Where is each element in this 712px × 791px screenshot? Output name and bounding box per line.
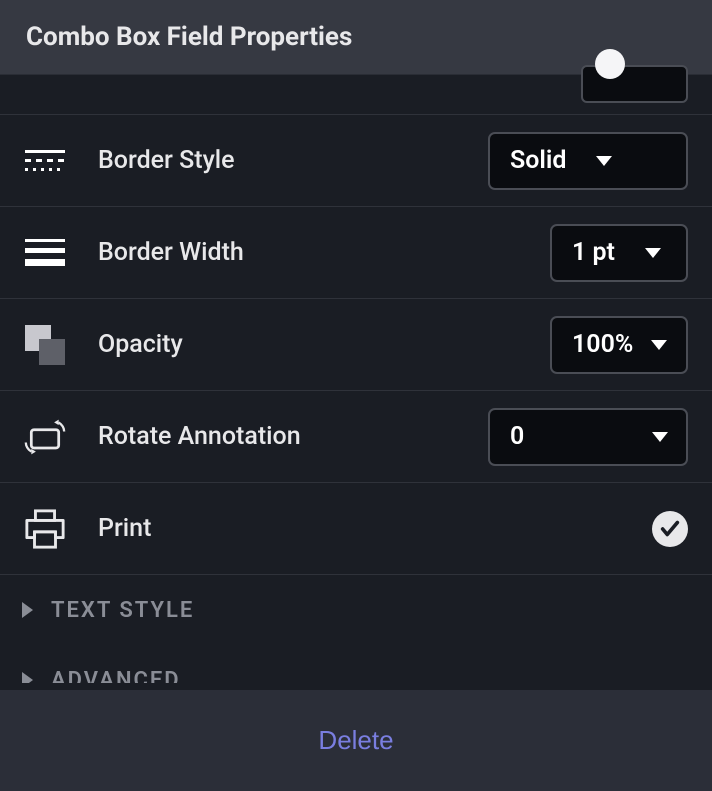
chevron-down-icon bbox=[651, 340, 667, 350]
border-width-row: Border Width 1 pt bbox=[0, 207, 712, 299]
print-label: Print bbox=[98, 514, 652, 543]
opacity-icon bbox=[24, 324, 66, 366]
chevron-down-icon bbox=[645, 248, 661, 258]
printer-icon bbox=[24, 508, 66, 550]
border-style-dropdown[interactable]: Solid bbox=[488, 132, 688, 190]
border-width-icon bbox=[24, 232, 66, 274]
border-style-row: Border Style Solid bbox=[0, 115, 712, 207]
border-style-icon bbox=[24, 140, 66, 182]
opacity-value: 100% bbox=[572, 330, 633, 359]
print-row: Print bbox=[0, 483, 712, 575]
caret-right-icon bbox=[22, 672, 33, 683]
border-width-dropdown[interactable]: 1 pt bbox=[550, 224, 688, 282]
text-style-title: TEXT STYLE bbox=[51, 598, 194, 623]
color-circle-icon bbox=[595, 49, 625, 79]
opacity-row: Opacity 100% bbox=[0, 299, 712, 391]
border-width-value: 1 pt bbox=[572, 238, 615, 267]
color-swatch[interactable] bbox=[581, 65, 688, 103]
rotate-row: Rotate Annotation 0 bbox=[0, 391, 712, 483]
opacity-dropdown[interactable]: 100% bbox=[550, 316, 688, 374]
opacity-label: Opacity bbox=[98, 330, 550, 359]
border-style-value: Solid bbox=[510, 146, 566, 175]
caret-right-icon bbox=[22, 602, 33, 618]
print-toggle[interactable] bbox=[652, 511, 688, 547]
rotate-dropdown[interactable]: 0 bbox=[488, 408, 688, 466]
chevron-down-icon bbox=[596, 156, 612, 166]
cutoff-previous-row bbox=[0, 75, 712, 115]
rotate-value: 0 bbox=[510, 422, 524, 451]
rotate-icon bbox=[24, 416, 66, 458]
panel-title: Combo Box Field Properties bbox=[26, 22, 686, 52]
rotate-label: Rotate Annotation bbox=[98, 422, 488, 451]
advanced-section[interactable]: ADVANCED bbox=[0, 645, 712, 683]
advanced-title: ADVANCED bbox=[51, 668, 181, 684]
text-style-section[interactable]: TEXT STYLE bbox=[0, 575, 712, 645]
border-width-label: Border Width bbox=[98, 238, 550, 267]
chevron-down-icon bbox=[652, 432, 668, 442]
border-style-label: Border Style bbox=[98, 146, 488, 175]
delete-button[interactable]: Delete bbox=[318, 725, 393, 756]
footer-bar: Delete bbox=[0, 690, 712, 791]
